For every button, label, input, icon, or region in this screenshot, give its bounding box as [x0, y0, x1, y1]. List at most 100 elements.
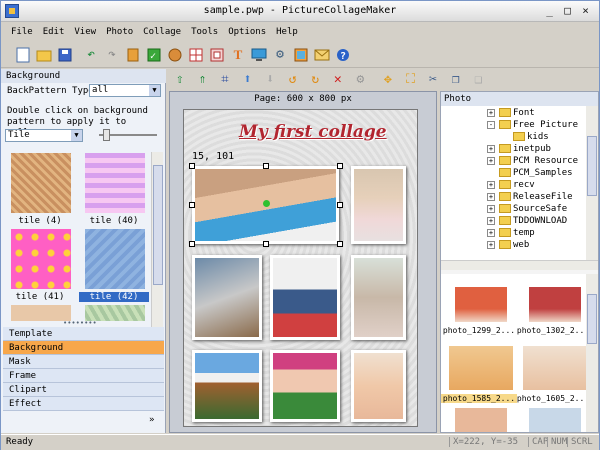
expand-toggle[interactable]: +: [487, 145, 495, 153]
open-icon[interactable]: [34, 45, 54, 65]
resize-handle[interactable]: [189, 241, 195, 247]
move-top-icon[interactable]: ⇧: [169, 70, 191, 90]
photo-thumbnail[interactable]: [529, 278, 581, 322]
print-icon[interactable]: [291, 45, 311, 65]
pattern-tile[interactable]: [11, 229, 71, 289]
down-arrow-icon[interactable]: ⬇: [259, 70, 281, 90]
tree-item-font[interactable]: Font: [499, 107, 535, 119]
tree-item-sourcesafe[interactable]: SourceSafe: [499, 203, 567, 215]
backpattern-type-select[interactable]: all ▼: [89, 84, 161, 97]
photo-thumbnail[interactable]: [455, 278, 507, 322]
photo-thumbnail[interactable]: [523, 346, 586, 390]
pattern-slider[interactable]: [99, 129, 157, 141]
tree-hscrollbar[interactable]: [441, 260, 598, 270]
tree-item-temp[interactable]: temp: [499, 227, 535, 239]
expand-toggle[interactable]: +: [487, 217, 495, 225]
copy-icon[interactable]: ❐: [445, 70, 467, 90]
menu-view[interactable]: View: [74, 27, 96, 37]
resize-handle[interactable]: [337, 202, 343, 208]
tree-item-recv[interactable]: recv: [499, 179, 535, 191]
menu-collage[interactable]: Collage: [143, 27, 181, 37]
scroll-thumb[interactable]: [587, 294, 597, 344]
splitter-handle[interactable]: ••••••••: [63, 319, 97, 327]
expand-toggle[interactable]: +: [487, 193, 495, 201]
category-template[interactable]: Template: [3, 327, 164, 341]
cog-icon[interactable]: ⚙: [350, 70, 372, 90]
menu-help[interactable]: Help: [276, 27, 298, 37]
fit-icon[interactable]: ⛶: [400, 70, 422, 90]
thumbnail-scrollbar[interactable]: [586, 274, 598, 432]
photo-scarecrows[interactable]: [192, 350, 262, 422]
pattern-tile[interactable]: [85, 153, 145, 213]
collapse-toggle[interactable]: -: [487, 121, 495, 129]
collage-title-text[interactable]: My first collage: [239, 122, 387, 142]
category-clipart[interactable]: Clipart: [3, 383, 164, 397]
resize-handle[interactable]: [263, 241, 269, 247]
expand-toggle[interactable]: +: [487, 229, 495, 237]
collage-page[interactable]: My first collage 15, 101: [183, 109, 418, 427]
paste-icon[interactable]: ❑: [467, 70, 489, 90]
delete-icon[interactable]: ✕: [327, 70, 349, 90]
slider-thumb[interactable]: [103, 129, 110, 141]
move-up-icon[interactable]: ⇑: [192, 70, 214, 90]
photo-thumbnail[interactable]: [529, 408, 581, 432]
menu-tools[interactable]: Tools: [191, 27, 218, 37]
tree-item-releasefile[interactable]: ReleaseFile: [499, 191, 573, 203]
photo-kid-sleeping[interactable]: [192, 255, 262, 340]
maximize-button[interactable]: □: [559, 3, 576, 19]
category-mask[interactable]: Mask: [3, 355, 164, 369]
rotate-handle[interactable]: [263, 200, 270, 207]
cut-icon[interactable]: ✂: [422, 70, 444, 90]
photo-thumbnail[interactable]: [455, 408, 507, 432]
minimize-button[interactable]: _: [541, 3, 558, 19]
menu-file[interactable]: File: [11, 27, 33, 37]
tree-item-inetpub[interactable]: inetpub: [499, 143, 551, 155]
redo-icon[interactable]: ↷: [102, 45, 122, 65]
pattern-tile[interactable]: [11, 305, 71, 321]
grid-icon[interactable]: [186, 45, 206, 65]
resize-handle[interactable]: [263, 163, 269, 169]
menu-options[interactable]: Options: [228, 27, 266, 37]
resize-handle[interactable]: [189, 202, 195, 208]
shuffle-icon[interactable]: [165, 45, 185, 65]
resize-handle[interactable]: [337, 163, 343, 169]
rotate-left-icon[interactable]: ↺: [282, 70, 304, 90]
pattern-tile[interactable]: [85, 229, 145, 289]
frame-icon[interactable]: [207, 45, 227, 65]
category-frame[interactable]: Frame: [3, 369, 164, 383]
expand-toggle[interactable]: +: [487, 157, 495, 165]
tree-item-web[interactable]: web: [499, 239, 529, 251]
menu-photo[interactable]: Photo: [106, 27, 133, 37]
scroll-thumb[interactable]: [587, 136, 597, 196]
expand-icon[interactable]: »: [149, 415, 154, 425]
photo-girl-bw[interactable]: [351, 255, 406, 340]
category-background[interactable]: Background: [3, 341, 164, 355]
category-effect[interactable]: Effect: [3, 397, 164, 411]
close-button[interactable]: ×: [577, 3, 594, 19]
help-icon[interactable]: ?: [333, 45, 353, 65]
settings-icon[interactable]: ⚙: [270, 45, 290, 65]
photo-girl-tongue[interactable]: [351, 166, 406, 244]
crop-icon[interactable]: ⌗: [214, 70, 236, 90]
photo-thumbnail[interactable]: [449, 346, 513, 390]
photo-kid-snow[interactable]: [270, 255, 340, 340]
book-icon[interactable]: [123, 45, 143, 65]
new-icon[interactable]: [13, 45, 33, 65]
expand-toggle[interactable]: +: [487, 181, 495, 189]
expand-toggle[interactable]: +: [487, 109, 495, 117]
mode-select[interactable]: Tile ▼: [5, 129, 83, 142]
email-icon[interactable]: [312, 45, 332, 65]
tree-item-free-picture[interactable]: Free Picture: [499, 119, 578, 131]
tree-item-pcm-samples[interactable]: PCM_Samples: [499, 167, 573, 179]
rotate-right-icon[interactable]: ↻: [304, 70, 326, 90]
menu-edit[interactable]: Edit: [43, 27, 65, 37]
text-icon[interactable]: T: [228, 45, 248, 65]
tree-scrollbar[interactable]: [586, 106, 598, 260]
resize-handle[interactable]: [189, 163, 195, 169]
undo-icon[interactable]: ↶: [81, 45, 101, 65]
tree-item-tddownload[interactable]: TDDOWNLOAD: [499, 215, 567, 227]
scroll-thumb[interactable]: [153, 165, 163, 285]
pattern-tile[interactable]: [11, 153, 71, 213]
up-arrow-icon[interactable]: ⬆: [237, 70, 259, 90]
expand-toggle[interactable]: +: [487, 241, 495, 249]
